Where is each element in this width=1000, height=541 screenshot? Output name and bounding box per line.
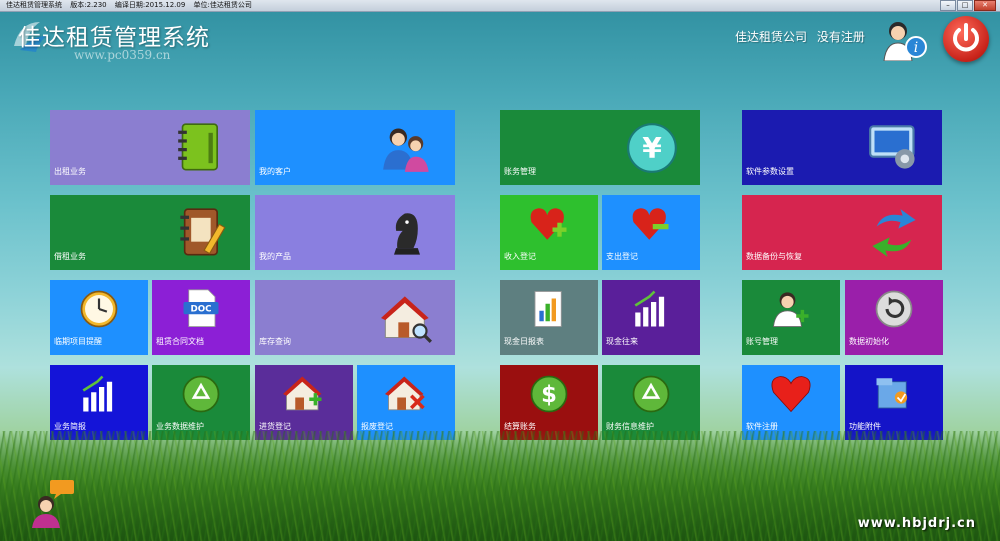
titlebar-app-name: 佳达租赁管理系统 bbox=[6, 1, 62, 9]
tile-label: 收入登记 bbox=[504, 252, 536, 261]
tile-bar-chart[interactable]: 现金往来 bbox=[602, 280, 700, 355]
tile-chess-knight[interactable]: 我的产品 bbox=[255, 195, 455, 270]
tile-label: 租赁合同文档 bbox=[156, 337, 204, 346]
svg-text:$: $ bbox=[541, 382, 557, 408]
tile-sync-arrows[interactable]: 数据备份与恢复 bbox=[742, 195, 942, 270]
report-chart-icon bbox=[534, 291, 562, 327]
tile-label: 账务管理 bbox=[504, 167, 536, 176]
tile-label: 我的产品 bbox=[259, 252, 291, 261]
tile-label: 临期项目提醒 bbox=[54, 337, 102, 346]
svg-text:DOC: DOC bbox=[190, 305, 211, 315]
tile-customers[interactable]: 我的客户 bbox=[255, 110, 455, 185]
tile-label: 账号管理 bbox=[746, 337, 778, 346]
chess-knight-icon bbox=[394, 212, 420, 255]
yen-icon: ¥ bbox=[627, 122, 677, 173]
tile-user-add[interactable]: 账号管理 bbox=[742, 280, 840, 355]
tile-house-delete[interactable]: 报废登记 bbox=[357, 365, 455, 440]
tile-recycle[interactable]: 业务数据维护 bbox=[152, 365, 250, 440]
user-add-icon bbox=[773, 292, 809, 327]
footer-site-url: www.hbjdrj.cn bbox=[857, 516, 976, 531]
tile-label: 我的客户 bbox=[259, 167, 291, 176]
company-status: 佳达租赁公司 没有注册 bbox=[735, 28, 865, 45]
tile-label: 支出登记 bbox=[606, 252, 638, 261]
tile-recycle[interactable]: 财务信息维护 bbox=[602, 365, 700, 440]
attachment-icon bbox=[876, 378, 908, 409]
tile-yen[interactable]: ¥ 账务管理 bbox=[500, 110, 700, 185]
tile-notebook[interactable]: 出租业务 bbox=[50, 110, 250, 185]
tile-house-add[interactable]: 进货登记 bbox=[255, 365, 353, 440]
bar-chart-icon bbox=[82, 375, 113, 412]
tile-reset[interactable]: 数据初始化 bbox=[845, 280, 943, 355]
heart-plus-icon bbox=[530, 208, 567, 240]
power-icon bbox=[953, 23, 979, 52]
recycle-icon bbox=[632, 375, 670, 413]
heart-icon bbox=[771, 376, 811, 413]
sync-arrows-icon bbox=[872, 208, 916, 257]
house-add-icon bbox=[283, 376, 322, 411]
tile-label: 库存查询 bbox=[259, 337, 291, 346]
tile-heart[interactable]: 软件注册 bbox=[742, 365, 840, 440]
watermark-text: www.pc0359.cn bbox=[74, 48, 171, 62]
registration-status: 没有注册 bbox=[816, 30, 865, 44]
tile-doc-file[interactable]: DOC 租赁合同文档 bbox=[152, 280, 250, 355]
tile-label: 软件参数设置 bbox=[746, 167, 794, 176]
app-title: 佳达租赁管理系统 bbox=[18, 25, 210, 51]
tile-label: 数据初始化 bbox=[849, 337, 889, 346]
clock-icon bbox=[80, 290, 118, 328]
tile-address-book[interactable]: 借租业务 bbox=[50, 195, 250, 270]
bar-chart-icon bbox=[634, 290, 665, 327]
tile-label: 借租业务 bbox=[54, 252, 86, 261]
tile-label: 出租业务 bbox=[54, 167, 86, 176]
heart-minus-icon bbox=[632, 208, 669, 240]
svg-text:¥: ¥ bbox=[642, 131, 662, 164]
recycle-icon bbox=[182, 375, 220, 413]
tile-dollar[interactable]: $ 结算账务 bbox=[500, 365, 598, 440]
titlebar-unit: 单位:佳达租赁公司 bbox=[193, 1, 252, 9]
tile-clock[interactable]: 临期项目提醒 bbox=[50, 280, 148, 355]
titlebar-compile-date: 编译日期:2015.12.09 bbox=[114, 1, 186, 9]
tile-heart-plus[interactable]: 收入登记 bbox=[500, 195, 598, 270]
doc-file-icon: DOC bbox=[183, 289, 219, 327]
notebook-icon bbox=[178, 122, 218, 170]
tile-attachment[interactable]: 功能附件 bbox=[845, 365, 943, 440]
tile-report-chart[interactable]: 现金日报表 bbox=[500, 280, 598, 355]
customers-icon bbox=[383, 128, 429, 172]
tile-label: 现金往来 bbox=[606, 337, 638, 346]
close-button[interactable]: ✕ bbox=[974, 0, 996, 11]
reset-icon bbox=[875, 290, 913, 328]
user-info-icon[interactable]: i bbox=[876, 17, 928, 61]
minimize-button[interactable]: – bbox=[940, 0, 956, 11]
settings-monitor-icon bbox=[869, 124, 915, 169]
address-book-icon bbox=[180, 207, 226, 255]
power-button[interactable] bbox=[943, 16, 989, 62]
tile-heart-minus[interactable]: 支出登记 bbox=[602, 195, 700, 270]
support-avatar-icon[interactable] bbox=[28, 478, 78, 528]
titlebar-version: 版本:2.230 bbox=[70, 1, 107, 9]
house-delete-icon bbox=[385, 376, 425, 411]
tile-settings-monitor[interactable]: 软件参数设置 bbox=[742, 110, 942, 185]
svg-text:i: i bbox=[914, 40, 918, 56]
window-titlebar: 佳达租赁管理系统 版本:2.230 编译日期:2015.12.09 单位:佳达租… bbox=[0, 0, 1000, 12]
tile-label: 现金日报表 bbox=[504, 337, 544, 346]
house-search-icon bbox=[381, 295, 432, 343]
tile-bar-chart[interactable]: 业务简报 bbox=[50, 365, 148, 440]
grass-background bbox=[0, 431, 1000, 541]
dollar-icon: $ bbox=[530, 375, 568, 413]
tile-house-search[interactable]: 库存查询 bbox=[255, 280, 455, 355]
tile-label: 数据备份与恢复 bbox=[746, 252, 802, 261]
company-name: 佳达租赁公司 bbox=[735, 30, 808, 44]
maximize-button[interactable]: □ bbox=[957, 0, 973, 11]
